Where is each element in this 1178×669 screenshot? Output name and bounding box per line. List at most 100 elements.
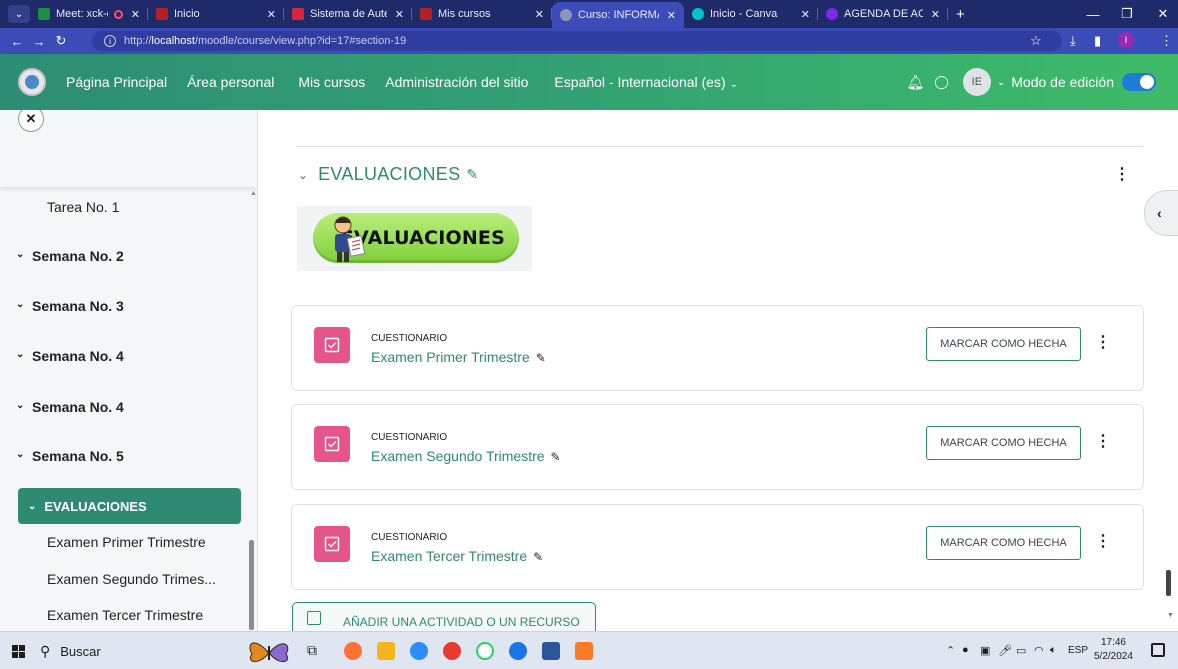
drawer-item-examen-primer[interactable]: Examen Primer Trimestre (0, 534, 257, 550)
scroll-up-arrow-icon[interactable]: ▲ (250, 190, 257, 197)
forward-icon[interactable]: → (28, 34, 50, 49)
tab-close-icon[interactable]: ✕ (667, 9, 676, 22)
site-logo[interactable] (18, 68, 46, 96)
tab-close-icon[interactable]: ✕ (267, 8, 276, 21)
browser-tab-canva[interactable]: Inicio - Canva ✕ (684, 0, 818, 28)
clock[interactable]: 17:46 5/2/2024 (1094, 636, 1133, 664)
drawer-section-semana-4b[interactable]: ⌄ Semana No. 4 (0, 399, 257, 415)
chrome-icon[interactable] (509, 642, 527, 660)
battery-icon[interactable]: ▭ (1016, 644, 1026, 657)
xampp-icon[interactable] (575, 642, 593, 660)
edit-mode-toggle[interactable] (1122, 73, 1156, 91)
browser-tab-inicio[interactable]: Inicio ✕ (148, 0, 284, 28)
url-field[interactable]: i http://localhost/moodle/course/view.ph… (92, 31, 1062, 51)
drawer-section-semana-3[interactable]: ⌄ Semana No. 3 (0, 298, 257, 314)
side-panel-icon[interactable]: ▮ (1094, 33, 1101, 49)
nav-my-courses-link[interactable]: Mis cursos (298, 74, 365, 90)
whatsapp-icon[interactable] (476, 642, 494, 660)
browser-tab-mis-cursos[interactable]: Mis cursos ✕ (412, 0, 552, 28)
edit-pencil-icon[interactable]: ✎ (533, 550, 543, 564)
activity-kebab-menu-icon[interactable]: ⋮ (1095, 431, 1111, 451)
tab-close-icon[interactable]: ✕ (535, 8, 544, 21)
notification-center-icon[interactable] (1151, 643, 1165, 657)
restore-icon[interactable]: ❐ (1112, 0, 1142, 28)
firefox-icon[interactable] (344, 642, 362, 660)
activity-kebab-menu-icon[interactable]: ⋮ (1095, 332, 1111, 352)
browser-tab-curso-active[interactable]: Curso: INFORMA ✕ (552, 2, 684, 28)
drawer-section-semana-2[interactable]: ⌄ Semana No. 2 (0, 248, 257, 264)
volume-icon[interactable]: 🔈︎ (1050, 644, 1057, 657)
minimize-icon[interactable]: — (1078, 0, 1108, 28)
nav-home-link[interactable]: Página Principal (66, 74, 167, 90)
zoom-icon[interactable] (410, 642, 428, 660)
tray-app-icon[interactable]: ● (962, 644, 969, 656)
word-icon[interactable] (542, 642, 560, 660)
profile-avatar[interactable]: I (1118, 32, 1134, 48)
task-view-icon[interactable]: ⧉ (307, 642, 317, 659)
scroll-down-arrow-icon[interactable]: ▼ (1167, 612, 1174, 619)
mark-as-done-button[interactable]: MARCAR COMO HECHA (926, 327, 1081, 361)
drawer-item-examen-segundo[interactable]: Examen Segundo Trimes... (0, 571, 257, 587)
site-info-icon[interactable]: i (104, 35, 116, 47)
drawer-item-tarea-1[interactable]: Tarea No. 1 (0, 199, 257, 215)
drawer-scrollbar[interactable] (249, 540, 254, 630)
edit-pencil-icon[interactable]: ✎ (536, 351, 546, 365)
edit-pencil-icon[interactable]: ✎ (466, 166, 478, 183)
browser-menu-icon[interactable]: ⋮ (1160, 33, 1173, 49)
language-indicator[interactable]: ESP (1068, 645, 1088, 656)
tab-close-icon[interactable]: ✕ (395, 8, 404, 21)
tray-device-icon[interactable]: ▣ (980, 644, 990, 657)
taskbar-search[interactable]: ⚲ Buscar (36, 637, 236, 665)
user-avatar[interactable]: IE (962, 68, 991, 96)
plus-icon (307, 611, 321, 625)
tab-close-icon[interactable]: ✕ (131, 8, 140, 21)
edit-pencil-icon[interactable]: ✎ (551, 450, 561, 464)
open-block-drawer-button[interactable]: ‹ (1144, 190, 1178, 236)
tray-expand-icon[interactable]: ⌃ (946, 644, 955, 657)
download-icon[interactable]: ⤓ (1070, 33, 1076, 49)
opera-icon[interactable] (443, 642, 461, 660)
activity-card: CUESTIONARIO Examen Tercer Trimestre ✎ MA… (291, 504, 1144, 590)
activity-kebab-menu-icon[interactable]: ⋮ (1095, 531, 1111, 551)
browser-tab-meet[interactable]: Meet: xck-q ✕ (30, 0, 148, 28)
drawer-item-examen-tercer[interactable]: Examen Tercer Trimestre (0, 607, 257, 623)
drawer-section-evaluaciones-active[interactable]: ⌄ EVALUACIONES (18, 488, 241, 524)
drawer-section-semana-5[interactable]: ⌄ Semana No. 5 (0, 448, 257, 464)
mark-as-done-button[interactable]: MARCAR COMO HECHA (926, 426, 1081, 460)
close-window-icon[interactable]: ✕ (1148, 0, 1178, 28)
butterfly-widget-icon[interactable] (244, 634, 294, 668)
reload-icon[interactable]: ↻ (50, 33, 72, 49)
tab-close-icon[interactable]: ✕ (801, 8, 810, 21)
close-drawer-button[interactable]: ✕ (18, 110, 44, 132)
language-label: Español - Internacional (es) (554, 74, 726, 90)
quiz-checkbox-icon[interactable] (314, 426, 350, 462)
nav-dashboard-link[interactable]: Área personal (187, 74, 274, 90)
language-menu[interactable]: Español - Internacional (es) ⌄ (554, 74, 737, 90)
section-title[interactable]: EVALUACIONES (318, 164, 460, 185)
notifications-bell-icon[interactable]: 🔔︎ (907, 74, 925, 91)
quiz-checkbox-icon[interactable] (314, 526, 350, 562)
mark-as-done-button[interactable]: MARCAR COMO HECHA (926, 526, 1081, 560)
new-tab-icon[interactable]: + (956, 6, 965, 23)
browser-tab-sistema[interactable]: Sistema de Aute ✕ (284, 0, 412, 28)
back-icon[interactable]: ← (6, 34, 28, 49)
file-explorer-icon[interactable] (377, 642, 395, 660)
tab-search-button[interactable]: ⌄ (8, 5, 30, 23)
activity-name-link[interactable]: Examen Tercer Trimestre ✎ (371, 548, 543, 564)
messages-chat-icon[interactable]: ◯ (934, 74, 949, 90)
section-kebab-menu-icon[interactable]: ⋮ (1114, 164, 1130, 184)
quiz-checkbox-icon[interactable] (314, 327, 350, 363)
microphone-icon[interactable]: 🎤︎ (998, 644, 1012, 657)
collapse-chevron-icon[interactable]: ⌄ (298, 168, 308, 182)
drawer-section-semana-4[interactable]: ⌄ Semana No. 4 (0, 348, 257, 364)
activity-name-link[interactable]: Examen Segundo Trimestre ✎ (371, 448, 561, 464)
page-scrollbar[interactable] (1166, 570, 1171, 596)
user-menu-chevron-icon[interactable]: ⌄ (997, 77, 1005, 88)
bookmark-star-icon[interactable]: ☆ (1030, 33, 1042, 49)
tab-close-icon[interactable]: ✕ (931, 8, 940, 21)
browser-tab-agenda[interactable]: AGENDA DE AC ✕ (818, 0, 948, 28)
nav-site-admin-link[interactable]: Administración del sitio (385, 74, 528, 90)
windows-start-icon[interactable] (12, 645, 25, 658)
wifi-icon[interactable]: ◠ (1034, 644, 1044, 657)
activity-name-link[interactable]: Examen Primer Trimestre ✎ (371, 349, 546, 365)
